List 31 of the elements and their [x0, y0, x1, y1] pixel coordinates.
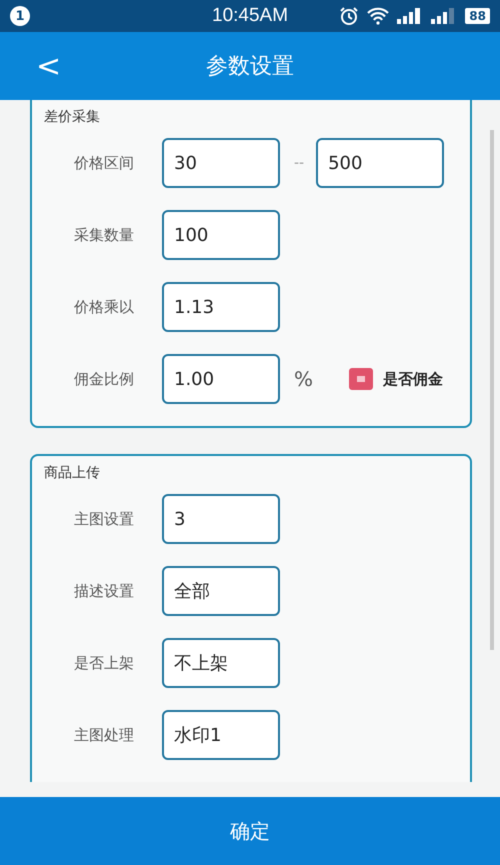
field-label: 佣金比例: [74, 370, 135, 388]
notification-badge: 1: [10, 6, 30, 26]
battery-indicator: 88: [465, 8, 490, 24]
section-title: 差价采集: [44, 108, 100, 126]
field-label: 主图设置: [74, 510, 135, 528]
page-title: 参数设置: [206, 53, 294, 81]
wifi-icon: [367, 7, 390, 25]
input-field[interactable]: 3: [162, 494, 280, 544]
input-field[interactable]: 100: [162, 210, 280, 260]
back-button[interactable]: <: [30, 48, 68, 84]
checkbox[interactable]: [349, 368, 374, 390]
section-title: 商品上传: [44, 464, 100, 482]
alarm-icon: [339, 6, 360, 26]
input-field[interactable]: 1.00: [162, 354, 280, 404]
field-label: 采集数量: [74, 226, 135, 244]
confirm-button[interactable]: 确定: [0, 797, 500, 865]
field-label: 价格乘以: [74, 298, 135, 316]
range-separator: --: [294, 155, 304, 171]
field-label: 是否上架: [74, 654, 135, 672]
unit-label: %: [294, 367, 314, 391]
clock-time: 10:45AM: [212, 5, 288, 27]
field-label: 价格区间: [74, 154, 135, 172]
input-field[interactable]: 1.13: [162, 282, 280, 332]
input-field[interactable]: 水印1: [162, 710, 280, 760]
input-field[interactable]: 500: [316, 138, 444, 188]
input-field[interactable]: 全部: [162, 566, 280, 616]
input-field[interactable]: 30: [162, 138, 280, 188]
field-label: 描述设置: [74, 582, 135, 600]
field-label: 主图处理: [74, 726, 135, 744]
checkbox-label: 是否佣金: [383, 370, 444, 388]
input-field[interactable]: 不上架: [162, 638, 280, 688]
